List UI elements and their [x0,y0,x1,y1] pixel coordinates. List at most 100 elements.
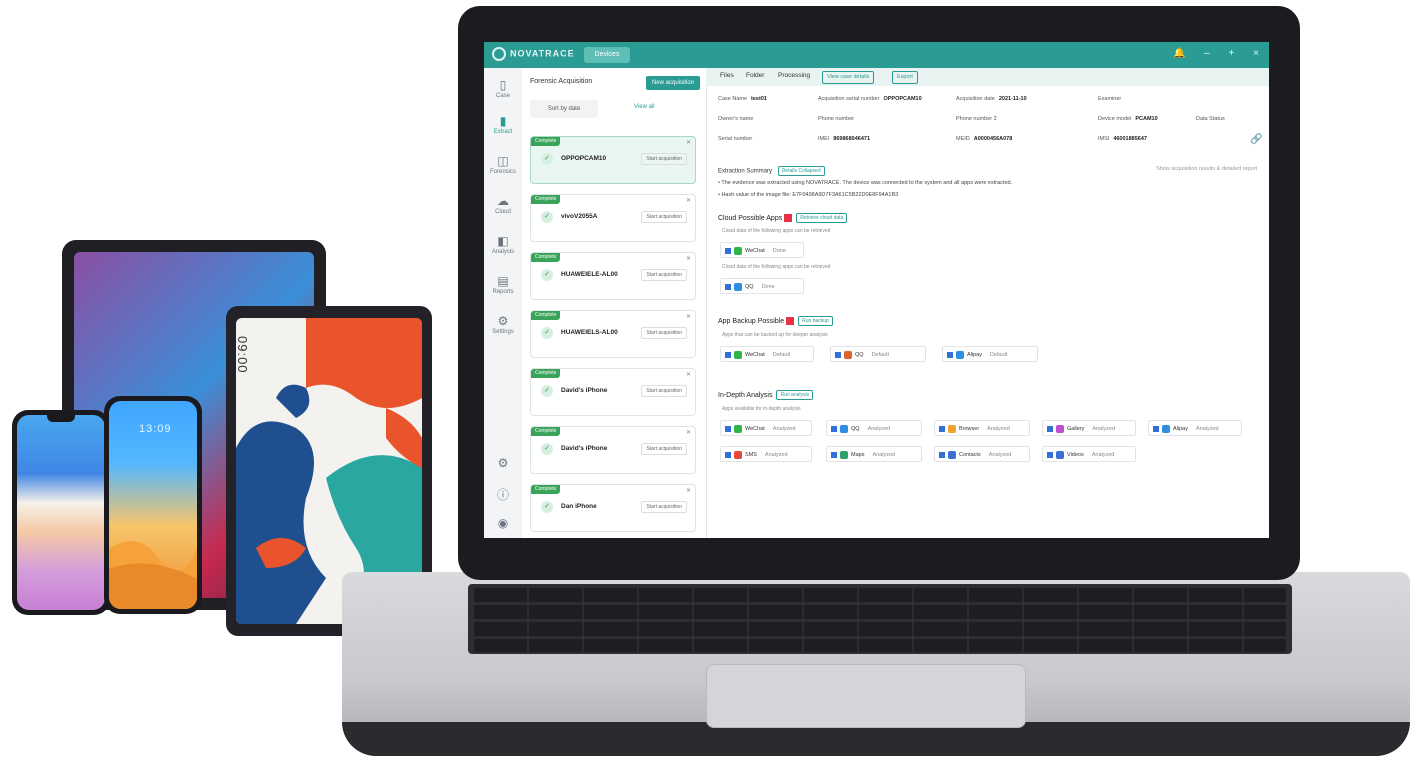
app-chip[interactable]: QQ Analyzed [826,420,922,436]
case-card[interactable]: Complete ✕ ✓ OPPOPCAM10 Start acquisitio… [530,136,696,184]
app-chip[interactable]: QQ Default [830,346,926,362]
checkbox-icon[interactable] [1047,451,1053,458]
app-titlebar: NOVATRACE Devices 🔔 – + × [484,42,1269,68]
close-icon[interactable]: ✕ [686,487,691,494]
section-cloud-apps: Cloud Possible Apps Retrieve cloud data [718,213,848,223]
checkbox-icon[interactable] [831,425,837,432]
case-card[interactable]: Complete ✕ ✓ Dan iPhone Start acquisitio… [530,484,696,532]
app-chip[interactable]: WeChat Analyzed [720,420,812,436]
case-action-button[interactable]: Start acquisition [641,269,687,281]
tab-processing[interactable]: Processing [778,72,810,79]
field-data-status: Data Status [1196,116,1225,122]
app-chip[interactable]: WeChat Done [720,242,804,258]
summary-toggle-button[interactable]: Details Collapsed [777,166,825,176]
app-chip[interactable]: QQ Done [720,278,804,294]
case-name: David's iPhone [561,387,608,394]
checkbox-icon[interactable] [725,451,731,458]
run-analysis-button[interactable]: Run analysis [776,390,814,400]
sort-filter[interactable]: Sort by date [530,100,598,118]
checkbox-icon[interactable] [947,351,953,358]
case-action-button[interactable]: Start acquisition [641,327,687,339]
case-name: HUAWEIELE-AL00 [561,271,618,278]
rail-item-cloud[interactable]: ☁ Cloud [484,194,522,215]
checkbox-icon[interactable] [1153,425,1159,432]
checkbox-icon[interactable] [1047,425,1053,432]
app-chip[interactable]: Contacts Analyzed [934,446,1030,462]
rail-item-forensics[interactable]: ◫ Forensics [484,154,522,175]
checkbox-icon[interactable] [939,425,945,432]
checkbox-icon[interactable] [725,283,731,290]
new-acquisition-button[interactable]: New acquisition [645,76,700,90]
close-icon[interactable]: ✕ [686,197,691,204]
view-all-link[interactable]: View all [634,104,655,110]
panel-title: Forensic Acquisition [530,78,593,85]
checkbox-icon[interactable] [725,351,731,358]
close-icon[interactable]: ✕ [686,313,691,320]
app-chip[interactable]: Maps Analyzed [826,446,922,462]
rail-item-case[interactable]: ▯ Case [484,78,522,99]
field-phone: Phone number [818,116,855,122]
close-icon[interactable]: × [1253,48,1259,59]
section-app-backup: App Backup Possible Run backup [718,316,833,326]
app-chip[interactable]: Videos Analyzed [1042,446,1136,462]
app-chip[interactable]: Gallery Analyzed [1042,420,1136,436]
checkbox-icon[interactable] [725,425,731,432]
app-chip[interactable]: SMS Analyzed [720,446,812,462]
app-chip[interactable]: Alipay Analyzed [1148,420,1242,436]
section-subtext: Cloud data of the following apps can be … [722,228,831,234]
rail-item-settings[interactable]: ⚙ Settings [484,314,522,335]
status-badge: Complete [531,253,561,262]
summary-report-link[interactable]: Show acquisition results & detailed repo… [1156,166,1257,172]
info-icon[interactable]: ⓘ [484,486,522,504]
maximize-icon[interactable]: + [1229,48,1235,59]
export-button[interactable]: Export [892,71,918,84]
run-backup-button[interactable]: Run backup [798,316,833,326]
app-chip[interactable]: Alipay Default [942,346,1038,362]
huawei-phone-device: 13:09 [104,396,202,614]
check-icon: ✓ [541,327,553,339]
bell-icon[interactable]: 🔔 [1173,48,1185,59]
rail-item-extract[interactable]: ▮ Extract [484,114,522,135]
keyboard-keys [474,588,1286,652]
devices-button[interactable]: Devices [584,47,630,63]
status-badge: Complete [531,369,561,378]
close-icon[interactable]: ✕ [686,371,691,378]
window-controls: 🔔 – + × [1157,48,1259,59]
tab-files[interactable]: Files [720,72,734,79]
case-card[interactable]: Complete ✕ ✓ HUAWEIELE-AL00 Start acquis… [530,252,696,300]
case-card[interactable]: Complete ✕ ✓ vivoV2055A Start acquisitio… [530,194,696,242]
link-icon[interactable]: 🔗 [1250,134,1262,145]
case-card[interactable]: Complete ✕ ✓ David's iPhone Start acquis… [530,368,696,416]
user-icon[interactable]: ◉ [484,516,522,531]
rail-item-analysis[interactable]: ◧ Analysis [484,234,522,255]
case-action-button[interactable]: Start acquisition [641,501,687,513]
checkbox-icon[interactable] [939,451,945,458]
case-card[interactable]: Complete ✕ ✓ David's iPhone Start acquis… [530,426,696,474]
checkbox-icon[interactable] [835,351,841,358]
check-icon: ✓ [541,385,553,397]
case-action-button[interactable]: Start acquisition [641,443,687,455]
gallery-icon [1056,424,1064,433]
case-card[interactable]: Complete ✕ ✓ HUAWEIELS-AL00 Start acquis… [530,310,696,358]
rail-item-reports[interactable]: ▤ Reports [484,274,522,295]
close-icon[interactable]: ✕ [686,255,691,262]
case-action-button[interactable]: Start acquisition [641,385,687,397]
retrieve-cloud-button[interactable]: Retrieve cloud data [796,213,848,223]
minimize-icon[interactable]: – [1204,48,1210,59]
view-case-details-button[interactable]: View case details [822,71,875,84]
app-chip[interactable]: WeChat Default [720,346,814,362]
section-subtext: Cloud data of the following apps can be … [722,264,831,270]
case-detail-panel: Files Folder Processing View case detail… [706,68,1269,538]
section-subtext: Apps available for in-depth analysis [722,406,801,412]
case-action-button[interactable]: Start acquisition [641,211,687,223]
gear-icon[interactable]: ⚙ [484,456,522,471]
app-chip[interactable]: Browser Analyzed [934,420,1030,436]
case-action-button[interactable]: Start acquisition [641,153,687,165]
checkbox-icon[interactable] [725,247,731,254]
checkbox-icon[interactable] [831,451,837,458]
tab-folder[interactable]: Folder [746,72,764,79]
close-icon[interactable]: ✕ [686,429,691,436]
settings-icon: ⚙ [497,314,509,328]
close-icon[interactable]: ✕ [686,139,691,146]
check-icon: ✓ [541,443,553,455]
